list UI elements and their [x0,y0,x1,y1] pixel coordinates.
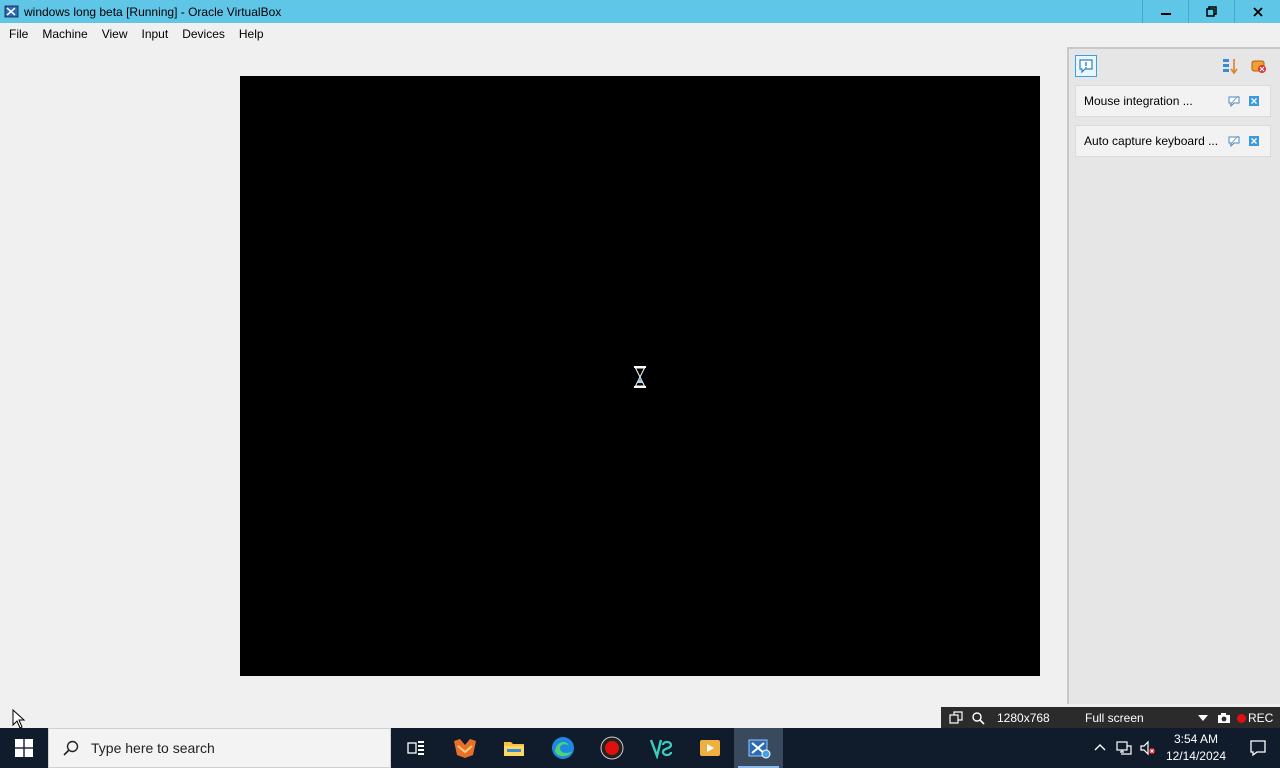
clear-all-icon[interactable] [1250,57,1268,75]
menu-file[interactable]: File [2,23,35,46]
sort-order-icon[interactable] [1221,57,1239,75]
taskbar-app-virtualbox[interactable] [734,728,783,768]
display-mode-label[interactable]: Full screen [1085,711,1197,725]
system-tray: 3:54 AM 12/14/2024 [1088,728,1280,768]
menu-help[interactable]: Help [232,23,271,46]
task-view-button[interactable] [391,728,440,768]
taskbar-app-vs[interactable] [636,728,685,768]
chevron-down-icon[interactable] [1197,714,1209,722]
vm-display[interactable] [240,76,1040,676]
hourglass-cursor-icon [634,366,646,388]
close-icon [1252,6,1263,17]
virtualbox-icon [4,5,19,17]
vs-app-icon [649,739,672,759]
window-controls [1142,0,1280,23]
task-view-icon [406,741,424,755]
menu-bar: File Machine View Input Devices Help [0,23,1280,46]
close-notification-icon[interactable] [1248,95,1260,107]
recording-label: REC [1248,711,1274,725]
notification-panel-header [1069,49,1280,81]
vm-status-bar: 1280x768 Full screen REC [941,707,1280,729]
minimize-icon [1160,12,1171,15]
taskbar-search-box[interactable] [48,728,391,768]
notification-center-toggle[interactable] [1075,55,1097,77]
scale-mode-icon[interactable] [949,711,963,725]
start-button[interactable] [0,728,48,768]
menu-view[interactable]: View [95,23,135,46]
folder-icon [503,742,524,756]
taskbar-app-edge[interactable] [538,728,587,768]
taskbar: 3:54 AM 12/14/2024 [0,728,1280,768]
action-center-button[interactable] [1236,728,1280,768]
notification-item[interactable]: Mouse integration ... [1075,85,1271,117]
camera-icon[interactable] [1217,711,1231,725]
taskbar-clock[interactable]: 3:54 AM 12/14/2024 [1166,731,1226,765]
menu-input[interactable]: Input [135,23,176,46]
chevron-up-icon[interactable] [1092,740,1108,756]
restore-icon [1206,6,1217,17]
restore-button[interactable] [1188,0,1234,23]
network-icon[interactable] [1116,740,1132,756]
notification-label: Mouse integration ... [1084,94,1193,108]
volume-muted-icon[interactable] [1140,740,1156,756]
suppress-icon[interactable] [1228,95,1240,107]
notification-icon [1250,740,1266,757]
clock-time: 3:54 AM [1173,732,1218,746]
taskbar-app-file-explorer[interactable] [489,728,538,768]
window-title: windows long beta [Running] - Oracle Vir… [24,4,282,19]
record-dot-icon [1237,713,1246,723]
windows-logo-icon [15,739,33,757]
clock-date: 12/14/2024 [1165,749,1226,763]
fox-app-icon [453,739,476,758]
taskbar-app-gitlab[interactable] [440,728,489,768]
notification-item[interactable]: Auto capture keyboard ... [1075,125,1271,157]
mouse-pointer-icon [12,709,26,729]
taskbar-app-recorder[interactable] [587,728,636,768]
close-button[interactable] [1234,0,1280,23]
suppress-icon[interactable] [1228,135,1240,147]
virtualbox-taskbar-icon [748,739,770,759]
menu-machine[interactable]: Machine [35,23,94,46]
minimize-button[interactable] [1142,0,1188,23]
notification-label: Auto capture keyboard ... [1084,134,1219,148]
message-bubble-icon [1079,59,1093,74]
title-bar[interactable]: windows long beta [Running] - Oracle Vir… [0,0,1280,23]
media-player-icon [699,740,720,756]
close-notification-icon[interactable] [1248,135,1260,147]
taskbar-app-media[interactable] [685,728,734,768]
resolution-label: 1280x768 [997,711,1050,725]
edge-browser-icon [551,737,574,759]
notification-center-panel: Mouse integration ... Auto capture keybo… [1067,47,1280,704]
recording-indicator[interactable]: REC [1237,711,1273,725]
record-button-icon [600,736,623,760]
search-icon [63,740,79,756]
search-input[interactable] [91,740,371,756]
menu-devices[interactable]: Devices [175,23,232,46]
zoom-icon[interactable] [971,711,985,725]
